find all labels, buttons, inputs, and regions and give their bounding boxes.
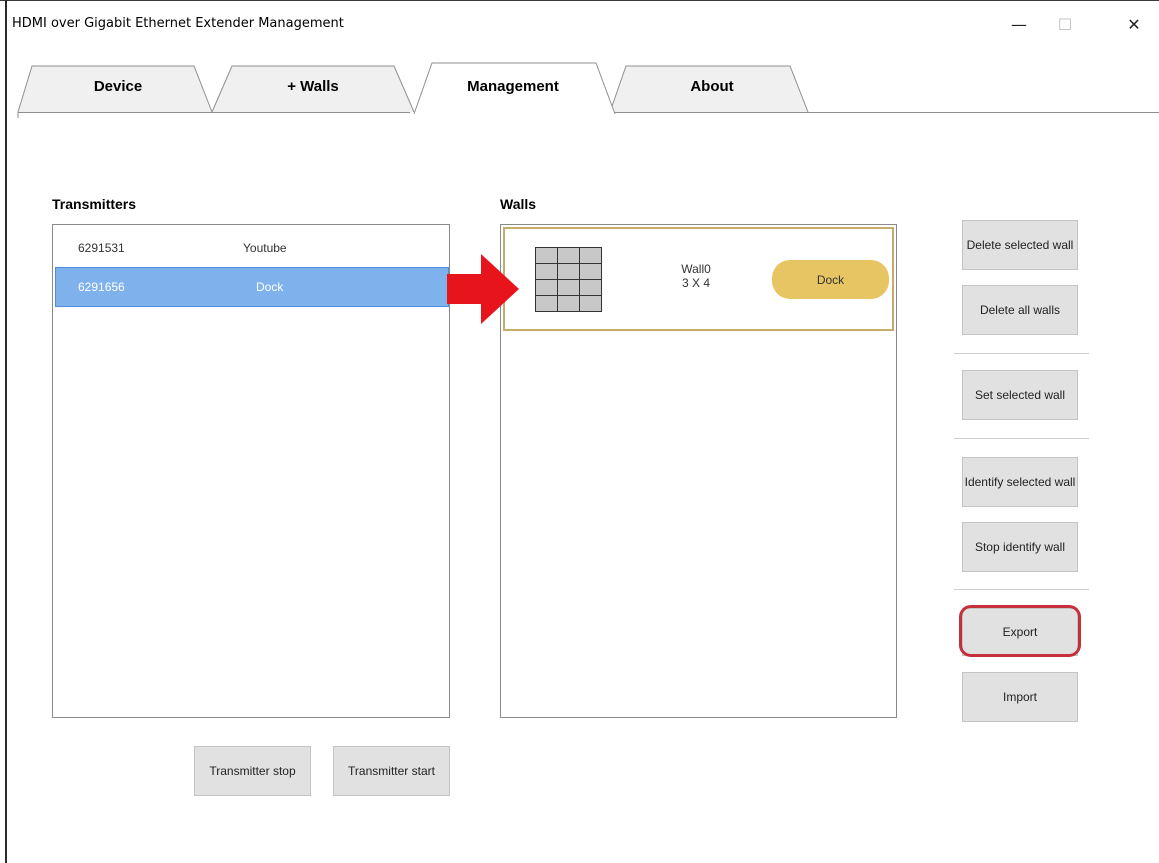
window-left-border bbox=[5, 0, 7, 863]
separator bbox=[954, 589, 1089, 590]
tab-walls[interactable]: + Walls bbox=[253, 78, 373, 95]
delete-selected-wall-button[interactable]: Delete selected wall bbox=[962, 220, 1078, 270]
export-highlight-ring bbox=[959, 605, 1081, 657]
tab-about[interactable]: About bbox=[652, 78, 772, 95]
transmitter-list[interactable]: 6291531 Youtube 6291656 Dock bbox=[52, 224, 450, 718]
transmitter-name: Dock bbox=[256, 280, 284, 294]
stop-identify-wall-button[interactable]: Stop identify wall bbox=[962, 522, 1078, 572]
red-arrow-icon bbox=[447, 254, 519, 324]
separator bbox=[954, 353, 1089, 354]
wall-name: Wall0 bbox=[681, 262, 711, 276]
walls-label: Walls bbox=[500, 196, 537, 212]
window-top-border bbox=[0, 0, 1159, 1]
transmitter-stop-button[interactable]: Transmitter stop bbox=[194, 746, 311, 796]
set-selected-wall-button[interactable]: Set selected wall bbox=[962, 370, 1078, 420]
transmitter-id: 6291656 bbox=[78, 280, 125, 294]
window-title: HDMI over Gigabit Ethernet Extender Mana… bbox=[12, 16, 344, 31]
tab-device[interactable]: Device bbox=[58, 78, 178, 95]
close-button[interactable]: ✕ bbox=[1111, 4, 1157, 44]
transmitter-row[interactable]: 6291531 Youtube bbox=[53, 229, 449, 265]
separator bbox=[954, 438, 1089, 439]
tab-management[interactable]: Management bbox=[443, 78, 583, 95]
transmitter-name: Youtube bbox=[243, 241, 287, 255]
transmitter-id: 6291531 bbox=[78, 241, 125, 255]
transmitters-label: Transmitters bbox=[52, 196, 137, 212]
wall-dock-button[interactable]: Dock bbox=[772, 260, 889, 299]
identify-selected-wall-button[interactable]: Identify selected wall bbox=[962, 457, 1078, 507]
import-button[interactable]: Import bbox=[962, 672, 1078, 722]
wall-size: 3 X 4 bbox=[681, 276, 711, 290]
delete-all-walls-button[interactable]: Delete all walls bbox=[962, 285, 1078, 335]
minimize-button[interactable]: — bbox=[996, 4, 1042, 44]
transmitter-start-button[interactable]: Transmitter start bbox=[333, 746, 450, 796]
maximize-button[interactable]: ☐ bbox=[1042, 4, 1088, 44]
transmitter-row-selected[interactable]: 6291656 Dock bbox=[55, 267, 449, 307]
grid-3x4-icon bbox=[535, 247, 602, 312]
